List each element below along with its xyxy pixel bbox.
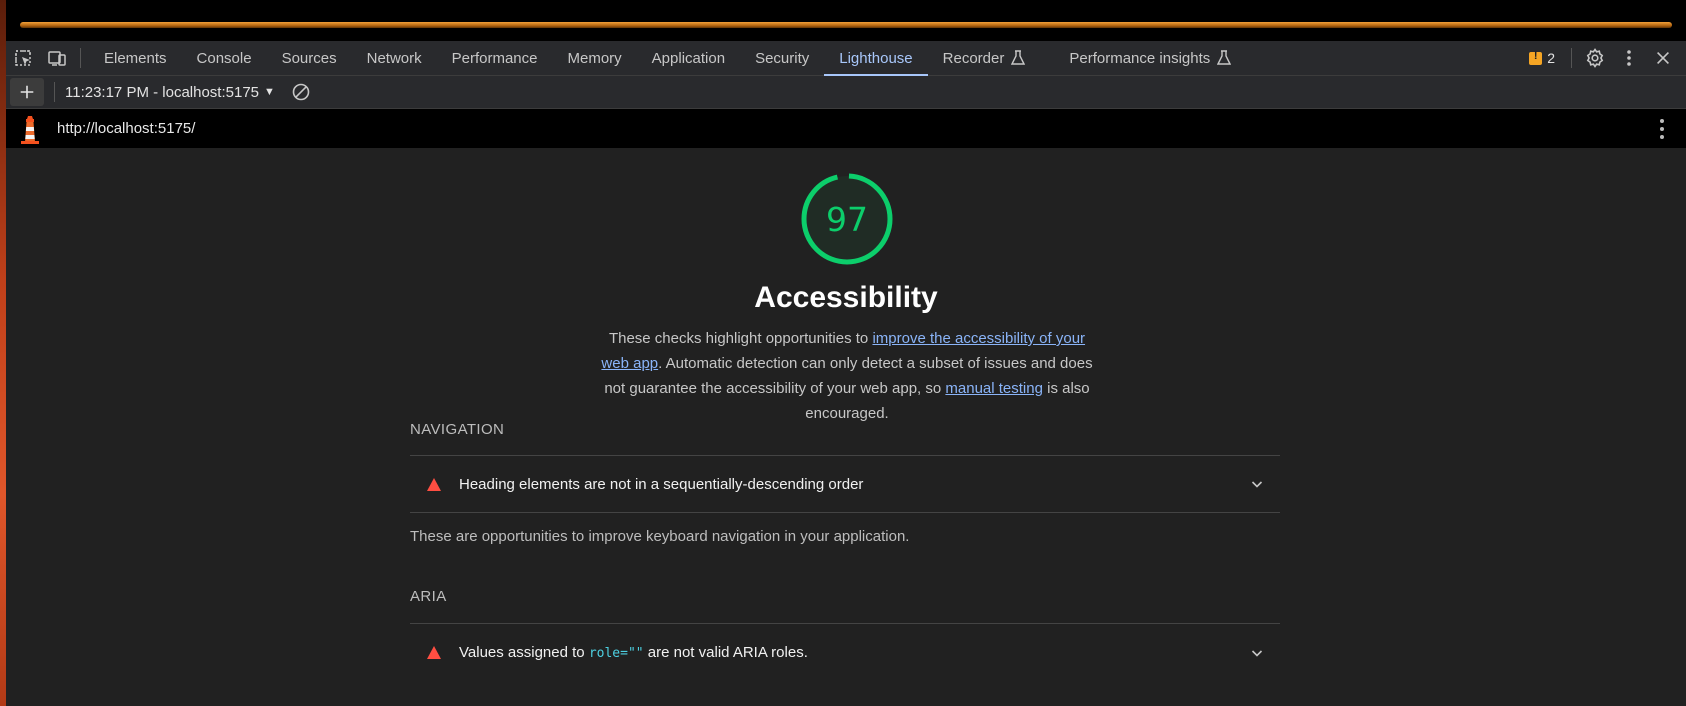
audit-title: Heading elements are not in a sequential… <box>459 475 864 493</box>
description-text: These checks highlight opportunities to <box>608 330 873 347</box>
issue-warning-icon <box>1529 50 1543 65</box>
plus-icon <box>20 85 34 99</box>
tab-label: Network <box>366 49 422 67</box>
tab-label: Performance insights <box>1069 49 1211 67</box>
inspect-element-icon[interactable] <box>6 41 40 75</box>
more-options-icon[interactable] <box>1612 41 1646 75</box>
report-url-bar: http://localhost:5175/ <box>6 109 1686 148</box>
settings-gear-icon[interactable] <box>1578 41 1612 75</box>
lighthouse-toolbar: 11:23:17 PM - localhost:5175 ▼ <box>6 76 1686 109</box>
dropdown-caret-icon: ▼ <box>264 86 275 98</box>
category-title: Accessibility <box>754 281 938 314</box>
tab-label: Lighthouse <box>839 49 913 67</box>
tab-network[interactable]: Network <box>352 41 437 76</box>
audit-code: role="" <box>588 646 644 661</box>
experiment-flask-icon <box>1011 50 1026 65</box>
device-toolbar-icon[interactable] <box>40 41 74 75</box>
audit-title-text: are not valid ARIA roles. <box>643 644 808 661</box>
tab-recorder[interactable]: Recorder <box>928 41 1041 76</box>
report-menu-icon[interactable] <box>1660 117 1664 141</box>
devtools-tab-bar: Elements Console Sources Network Perform… <box>6 41 1686 76</box>
toolbar-separator <box>1571 48 1572 68</box>
tab-label: Recorder <box>942 49 1005 67</box>
issues-count: 2 <box>1547 50 1555 66</box>
toolbar-separator <box>80 48 81 68</box>
tab-label: Application <box>651 49 726 67</box>
window-top-bar <box>6 0 1686 41</box>
tab-label: Memory <box>567 49 622 67</box>
tab-label: Security <box>755 49 810 67</box>
tab-console[interactable]: Console <box>182 41 267 76</box>
clear-all-icon[interactable] <box>291 82 311 102</box>
group-title-aria: ARIA <box>410 588 447 605</box>
report-selector[interactable]: 11:23:17 PM - localhost:5175 ▼ <box>65 84 275 101</box>
experiment-flask-icon <box>1217 50 1232 65</box>
group-title-navigation: NAVIGATION <box>410 421 505 438</box>
group-description-navigation: These are opportunities to improve keybo… <box>410 528 910 545</box>
audit-heading-order[interactable]: Heading elements are not in a sequential… <box>410 455 1280 513</box>
chevron-down-icon <box>1251 481 1263 488</box>
new-report-button[interactable] <box>10 78 44 106</box>
tab-sources[interactable]: Sources <box>267 41 352 76</box>
report-selector-label: 11:23:17 PM - localhost:5175 <box>65 83 260 101</box>
tab-memory[interactable]: Memory <box>553 41 637 76</box>
audit-aria-roles[interactable]: Values assigned to role="" are not valid… <box>410 623 1280 681</box>
tab-label: Sources <box>281 49 337 67</box>
score-value: 97 <box>826 199 868 239</box>
audit-title-text: Values assigned to <box>459 644 589 661</box>
tab-elements[interactable]: Elements <box>89 41 182 76</box>
top-glow-bar <box>20 22 1672 28</box>
manual-testing-link[interactable]: manual testing <box>945 380 1043 397</box>
tab-security[interactable]: Security <box>740 41 824 76</box>
devtools-right-controls: 2 <box>1519 41 1686 76</box>
tab-performance[interactable]: Performance <box>437 41 553 76</box>
toolbar-separator <box>54 82 55 102</box>
fail-triangle-icon <box>427 477 441 491</box>
tab-label: Console <box>196 49 252 67</box>
tab-label: Performance <box>451 49 538 67</box>
tab-label: Elements <box>104 49 167 67</box>
tab-application[interactable]: Application <box>637 41 740 76</box>
audit-title: Values assigned to role="" are not valid… <box>459 644 808 661</box>
report-content: 97 Accessibility These checks highlight … <box>6 148 1686 706</box>
chevron-down-icon <box>1251 649 1263 657</box>
tab-performance-insights[interactable]: Performance insights <box>1054 41 1246 76</box>
issues-counter[interactable]: 2 <box>1519 50 1565 66</box>
fail-triangle-icon <box>427 646 441 659</box>
lighthouse-logo-icon <box>21 115 39 144</box>
tab-lighthouse[interactable]: Lighthouse <box>824 41 929 76</box>
close-devtools-icon[interactable] <box>1646 41 1680 75</box>
report-url: http://localhost:5175/ <box>57 120 196 137</box>
category-description: These checks highlight opportunities to … <box>596 326 1098 426</box>
